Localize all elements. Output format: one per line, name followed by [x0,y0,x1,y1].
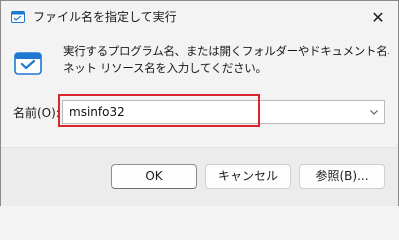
run-dialog-icon [14,52,42,75]
chevron-down-icon[interactable] [368,106,380,118]
browse-button[interactable]: 参照(B)... [299,164,385,189]
close-button[interactable]: ✕ [358,1,398,33]
run-app-icon [11,11,25,23]
instruction-text: 実行するプログラム名、または開くフォルダーやドキュメント名、インター ネット リ… [63,43,389,77]
instruction-line-1: 実行するプログラム名、または開くフォルダーやドキュメント名、インター [63,44,389,58]
close-icon: ✕ [371,7,385,27]
cancel-button[interactable]: キャンセル [205,164,291,189]
title-bar: ファイル名を指定して実行 ✕ [1,1,398,33]
name-input[interactable]: msinfo32 [69,101,125,123]
run-dialog-window: ファイル名を指定して実行 ✕ 実行するプログラム名、または開くフォルダーやドキュ… [0,0,399,206]
name-combobox[interactable]: msinfo32 [62,100,385,124]
name-field-label: 名前(O): [13,106,60,120]
instruction-line-2: ネット リソース名を入力してください。 [63,61,267,75]
window-title: ファイル名を指定して実行 [33,10,177,24]
ok-button[interactable]: OK [111,164,197,189]
